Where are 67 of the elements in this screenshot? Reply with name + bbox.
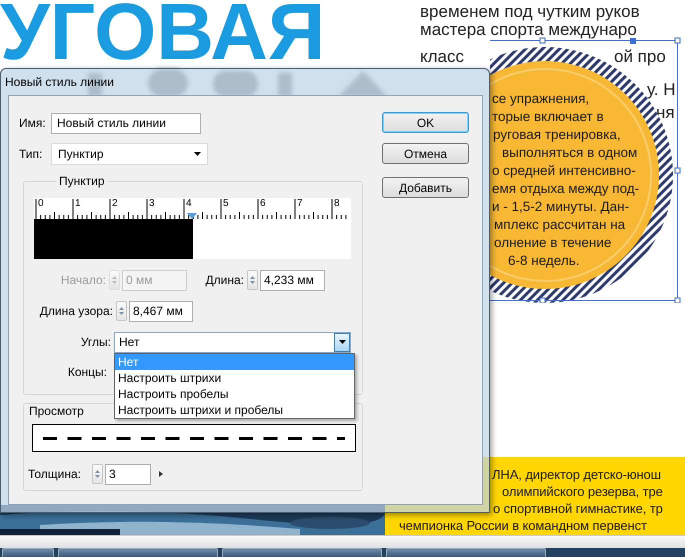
name-field[interactable]: Новый стиль линии bbox=[51, 112, 201, 134]
circle-text-line: олнение в течение bbox=[494, 234, 612, 252]
stepper-arrows-icon bbox=[94, 468, 101, 480]
dialog-button[interactable]: Отмена bbox=[382, 143, 469, 164]
caret-icon bbox=[194, 152, 201, 156]
dropdown-option[interactable]: Настроить штрихи и пробелы bbox=[115, 402, 354, 418]
field-label: Тип: bbox=[19, 147, 44, 161]
arrow-right-icon[interactable] bbox=[159, 471, 163, 477]
field-label: Толщина: bbox=[28, 467, 82, 481]
ruler-number: 8 bbox=[334, 199, 340, 209]
number-field[interactable]: 3 bbox=[105, 464, 151, 484]
field-label: Концы: bbox=[66, 365, 108, 379]
dropdown-option[interactable]: Настроить штрихи bbox=[115, 370, 354, 386]
article-text-line: у. Н bbox=[647, 80, 676, 99]
article-text-line: мастера спорта междунаро bbox=[420, 20, 637, 39]
circle-text-line: о средней интенсивно- bbox=[492, 162, 637, 180]
band-text-line: ЛНА, директор детско-юнош bbox=[492, 466, 662, 483]
horizontal-scrollbar[interactable] bbox=[0, 535, 685, 549]
stepper-arrows-icon bbox=[111, 274, 118, 286]
type-dropdown[interactable]: Пунктир bbox=[51, 143, 208, 165]
dropdown-button[interactable] bbox=[334, 332, 350, 352]
article-text-line: временем под чутким руков bbox=[420, 2, 640, 21]
stepper[interactable] bbox=[116, 301, 127, 321]
field-label: Длина узора: bbox=[38, 304, 114, 318]
circle-text-line: се упражнения, bbox=[492, 90, 590, 108]
band-text-line: олимпийского резерва, тре bbox=[502, 483, 663, 500]
ruler[interactable]: 0 1 2 3 4 5 6 7 8 bbox=[34, 198, 351, 219]
caret-icon bbox=[338, 340, 346, 344]
number-field[interactable]: 4,233 мм bbox=[260, 270, 325, 290]
stepper[interactable] bbox=[247, 270, 258, 290]
circle-text-line: емя отдыха между под- bbox=[492, 180, 640, 198]
dialog-button[interactable]: OK bbox=[382, 112, 469, 133]
circle-text-line: и - 1,5-2 минуты. Дан- bbox=[492, 198, 630, 216]
dialog-button[interactable]: Добавить bbox=[382, 177, 469, 198]
ruler-number: 5 bbox=[223, 199, 229, 209]
ruler-number: 1 bbox=[75, 199, 81, 209]
taskbar-button[interactable] bbox=[2, 548, 54, 557]
number-field[interactable]: 8,467 мм bbox=[129, 300, 193, 322]
circle-text-line: 6-8 недель. bbox=[508, 252, 581, 270]
ruler-number: 3 bbox=[149, 199, 155, 209]
field-label: Имя: bbox=[19, 116, 47, 130]
taskbar-button[interactable] bbox=[222, 548, 382, 557]
headline: УГОВАЯ bbox=[0, 0, 326, 64]
stepper-arrows-icon bbox=[249, 274, 256, 286]
article-text-line: класс bbox=[420, 47, 464, 66]
stepper[interactable] bbox=[92, 464, 103, 484]
dropdown-option[interactable]: Настроить пробелы bbox=[115, 386, 354, 402]
article-text-line: ой про bbox=[614, 47, 666, 66]
circle-text-line: мплекс рассчитан на bbox=[494, 216, 626, 234]
ruler-number: 2 bbox=[112, 199, 118, 209]
ruler-number: 4 bbox=[186, 199, 192, 209]
field-label: Углы: bbox=[80, 335, 112, 349]
band-text-line: чемпионка России в командном первенст bbox=[399, 517, 647, 534]
ruler-number: 6 bbox=[260, 199, 266, 209]
circle-text-line: выполняться в одном bbox=[502, 144, 638, 162]
group-title: Пунктир bbox=[56, 174, 108, 188]
circle-text-line: торые включает в bbox=[492, 108, 605, 126]
stepper-arrows-icon bbox=[118, 305, 125, 317]
field-label: Начало: bbox=[60, 273, 107, 287]
band-text-line: о спортивной гимнастике, тр bbox=[493, 500, 663, 517]
field-label: Длина: bbox=[204, 273, 245, 287]
ruler-number: 0 bbox=[38, 199, 44, 209]
taskbar-button[interactable] bbox=[58, 548, 218, 557]
ruler-number: 7 bbox=[297, 199, 303, 209]
taskbar-button[interactable] bbox=[386, 548, 546, 557]
window-title: Новый стиль линии bbox=[5, 75, 114, 89]
circle-text-line: руговая тренировка, bbox=[493, 126, 622, 144]
